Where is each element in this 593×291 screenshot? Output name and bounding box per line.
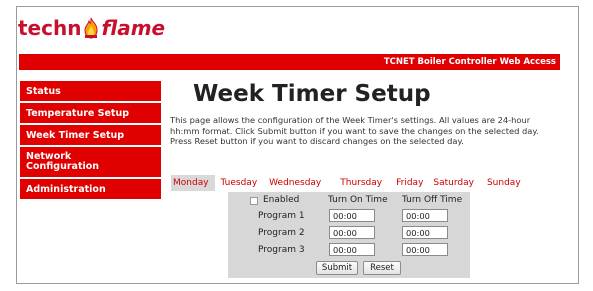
flame-icon bbox=[82, 17, 100, 39]
tab-wednesday[interactable]: Wednesday bbox=[269, 178, 321, 188]
sidebar-item-label: Status bbox=[26, 85, 61, 97]
header-bar: TCNET Boiler Controller Web Access bbox=[19, 54, 560, 70]
sidebar-item-administration[interactable]: Administration bbox=[20, 179, 161, 199]
page-title: Week Timer Setup bbox=[193, 81, 431, 107]
reset-button[interactable]: Reset bbox=[363, 261, 401, 275]
sidebar: Status Temperature Setup Week Timer Setu… bbox=[20, 81, 161, 199]
sidebar-item-label: Week Timer Setup bbox=[26, 129, 125, 141]
submit-button[interactable]: Submit bbox=[316, 261, 358, 275]
program-3-label: Program 3 bbox=[258, 245, 305, 255]
tab-tuesday[interactable]: Tuesday bbox=[221, 178, 258, 188]
program-3-off-input[interactable]: 00:00 bbox=[402, 243, 448, 256]
sidebar-item-label: Network Configuration bbox=[26, 151, 100, 172]
page-description: This page allows the configuration of th… bbox=[170, 115, 539, 146]
program-1-label: Program 1 bbox=[258, 211, 305, 221]
program-2-off-input[interactable]: 00:00 bbox=[402, 226, 448, 239]
header-title: TCNET Boiler Controller Web Access bbox=[383, 57, 556, 67]
sidebar-item-label: Administration bbox=[26, 183, 106, 195]
timer-panel: Enabled Turn On Time Turn Off Time Progr… bbox=[228, 192, 470, 278]
day-tabs: Monday Tuesday Wednesday Thursday Friday… bbox=[171, 174, 557, 192]
tab-sunday[interactable]: Sunday bbox=[487, 178, 521, 188]
tab-saturday[interactable]: Saturday bbox=[433, 178, 474, 188]
turn-off-time-header: Turn Off Time bbox=[402, 195, 463, 205]
sidebar-item-week-timer-setup[interactable]: Week Timer Setup bbox=[20, 125, 161, 145]
logo-text-prefix: techn bbox=[18, 16, 82, 40]
turn-on-time-header: Turn On Time bbox=[328, 195, 388, 205]
enabled-checkbox[interactable] bbox=[250, 197, 258, 205]
sidebar-item-status[interactable]: Status bbox=[20, 81, 161, 101]
program-1-on-input[interactable]: 00:00 bbox=[329, 209, 375, 222]
logo-text-suffix: flame bbox=[101, 16, 166, 40]
program-3-on-input[interactable]: 00:00 bbox=[329, 243, 375, 256]
program-1-off-input[interactable]: 00:00 bbox=[402, 209, 448, 222]
sidebar-item-temperature-setup[interactable]: Temperature Setup bbox=[20, 103, 161, 123]
tab-thursday[interactable]: Thursday bbox=[340, 178, 382, 188]
enabled-label: Enabled bbox=[263, 195, 300, 205]
brand-logo: techn flame bbox=[18, 16, 165, 48]
sidebar-item-label: Temperature Setup bbox=[26, 107, 130, 119]
tab-friday[interactable]: Friday bbox=[396, 178, 423, 188]
sidebar-item-network-configuration[interactable]: Network Configuration bbox=[20, 147, 161, 177]
program-2-label: Program 2 bbox=[258, 228, 305, 238]
tab-monday[interactable]: Monday bbox=[171, 175, 215, 191]
program-2-on-input[interactable]: 00:00 bbox=[329, 226, 375, 239]
